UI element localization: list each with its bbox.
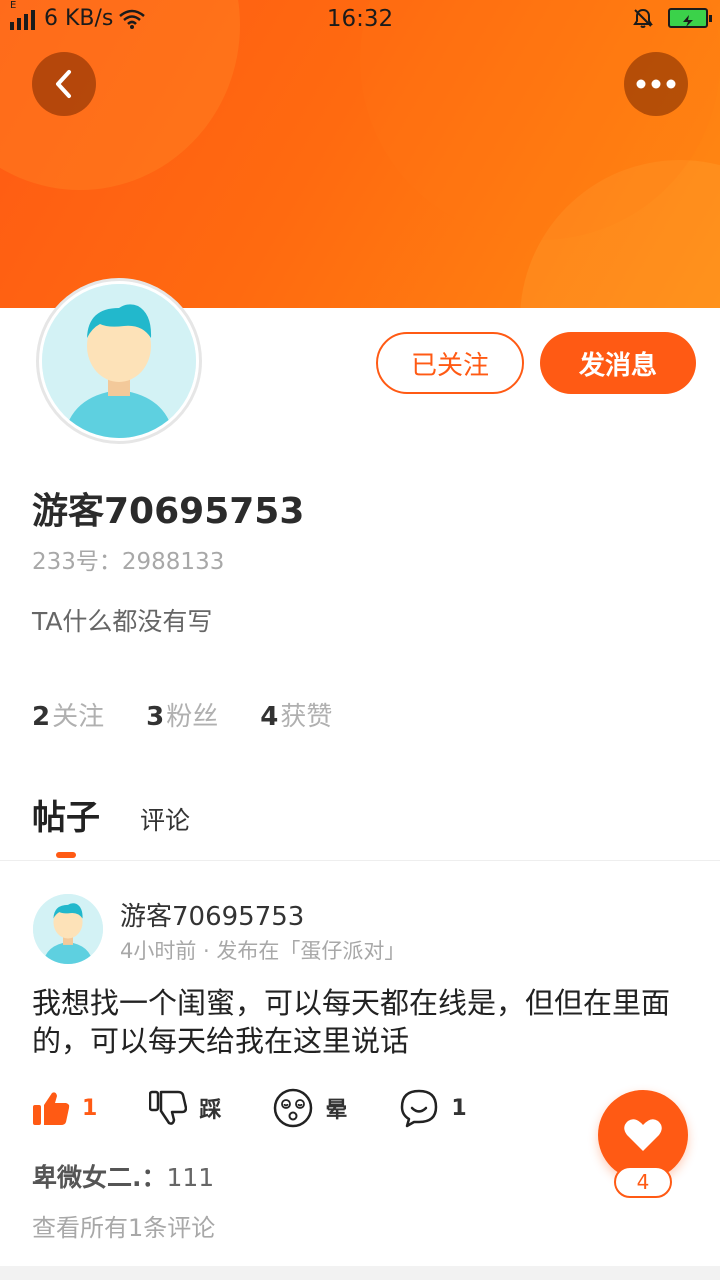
stat-likes-count: 4: [260, 702, 279, 732]
stat-likes-label: 获赞: [280, 702, 333, 732]
profile-id: 233号：2988133: [32, 549, 225, 575]
like-count: 1: [82, 1095, 98, 1121]
following-button[interactable]: 已关注: [376, 332, 524, 394]
user-avatar-icon: [33, 894, 103, 964]
profile-stats: 2关注 3粉丝 4获赞: [32, 696, 332, 733]
avatar[interactable]: [36, 278, 202, 444]
dislike-label: 踩: [199, 1098, 222, 1123]
stat-following[interactable]: 2关注: [32, 696, 104, 733]
stat-following-count: 2: [32, 702, 51, 732]
post-author-avatar[interactable]: [33, 894, 103, 964]
heart-icon: [624, 1119, 662, 1151]
view-all-comments-link[interactable]: 查看所有1条评论: [32, 1208, 215, 1243]
dizzy-button[interactable]: 晕: [273, 1088, 347, 1128]
comment-author[interactable]: 卑微女二.：: [32, 1163, 167, 1192]
tab-indicator: [56, 852, 76, 858]
tab-comments[interactable]: 评论: [140, 801, 190, 837]
comment-text: 111: [166, 1163, 215, 1192]
stat-followers-count: 3: [146, 702, 165, 732]
comment-bubble-icon: [401, 1089, 438, 1128]
bottom-divider: [0, 1266, 720, 1280]
send-message-button[interactable]: 发消息: [540, 332, 696, 394]
like-button[interactable]: 1: [32, 1090, 97, 1126]
stat-likes[interactable]: 4获赞: [260, 696, 332, 733]
profile-username: 游客70695753: [32, 491, 305, 532]
dizzy-face-icon: [274, 1088, 313, 1128]
thumbs-down-icon: [149, 1090, 188, 1125]
profile-bio: TA什么都没有写: [32, 607, 213, 636]
battery-icon: [668, 8, 712, 28]
post-content[interactable]: 我想找一个闺蜜，可以每天都在线是，但但在里面的，可以每天给我在这里说话: [32, 984, 692, 1060]
back-button[interactable]: [32, 52, 96, 116]
divider: [0, 860, 720, 861]
bell-muted-icon: [633, 8, 653, 28]
tab-posts-label: 帖子: [32, 798, 100, 838]
user-avatar-icon: [42, 284, 196, 438]
dizzy-label: 晕: [325, 1098, 348, 1123]
stat-followers-label: 粉丝: [166, 702, 219, 732]
profile-banner: [0, 0, 720, 308]
content-tabs: 帖子 评论: [32, 790, 190, 858]
more-dots-icon: [636, 79, 676, 89]
post-author-name[interactable]: 游客70695753: [120, 896, 304, 933]
status-right: [632, 7, 712, 29]
thumbs-up-icon: [33, 1092, 70, 1125]
comment-preview[interactable]: 卑微女二.：111: [32, 1158, 214, 1194]
tab-posts[interactable]: 帖子: [32, 790, 100, 858]
stat-followers[interactable]: 3粉丝: [146, 696, 218, 733]
chevron-left-icon: [56, 70, 71, 98]
more-button[interactable]: [624, 52, 688, 116]
dislike-button[interactable]: 踩: [149, 1090, 221, 1126]
post-meta: 4小时前 · 发布在「蛋仔派对」: [120, 939, 406, 963]
post-actions: 1 踩 晕 1: [32, 1088, 519, 1128]
comment-button[interactable]: 1: [399, 1088, 467, 1128]
status-time: 16:32: [326, 6, 394, 32]
comment-count: 1: [451, 1095, 467, 1121]
status-bar: E 6 KB/s 16:32: [0, 0, 720, 40]
stat-following-label: 关注: [52, 702, 105, 732]
avatar-image: [42, 284, 196, 438]
fab-count-badge: 4: [614, 1166, 672, 1198]
